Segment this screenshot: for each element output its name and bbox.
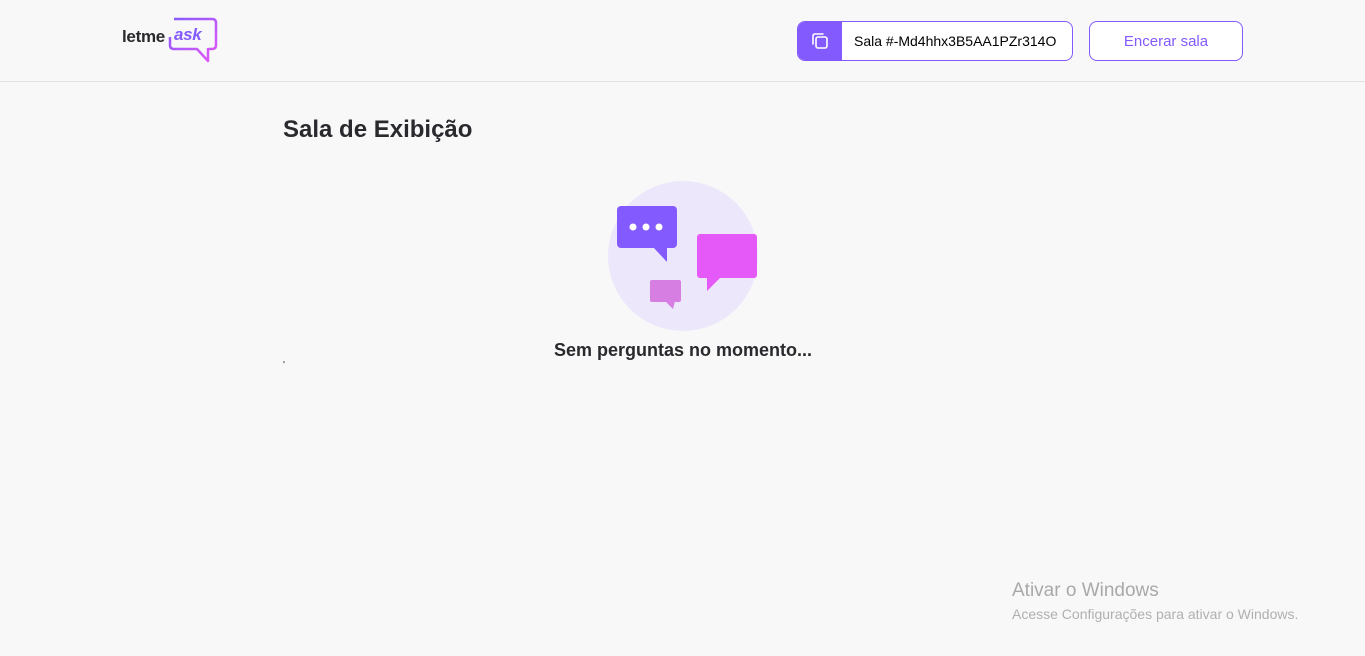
room-code-copy-button[interactable]: Sala #-Md4hhx3B5AA1PZr314O [797, 21, 1073, 61]
empty-state-message: Sem perguntas no momento... [553, 340, 813, 360]
windows-activation-subtitle: Acesse Configurações para ativar o Windo… [1012, 606, 1299, 622]
stray-mark: ' [283, 360, 285, 371]
header: letme ask Sala #-Md4hhx3B5AA1PZr314O Enc… [0, 0, 1365, 82]
room-code-text: Sala #-Md4hhx3B5AA1PZr314O [854, 33, 1057, 49]
letmeask-logo[interactable]: letme ask [122, 17, 218, 65]
copy-icon [812, 33, 828, 49]
copy-icon-box[interactable] [798, 22, 842, 60]
logo-text-letme: letme [122, 27, 165, 46]
page-title: Sala de Exibição [283, 116, 473, 143]
empty-questions-illustration [608, 181, 758, 331]
windows-activation-title: Ativar o Windows [1012, 580, 1159, 601]
close-room-button[interactable]: Encerar sala [1089, 21, 1243, 61]
logo-text-ask: ask [174, 25, 202, 44]
